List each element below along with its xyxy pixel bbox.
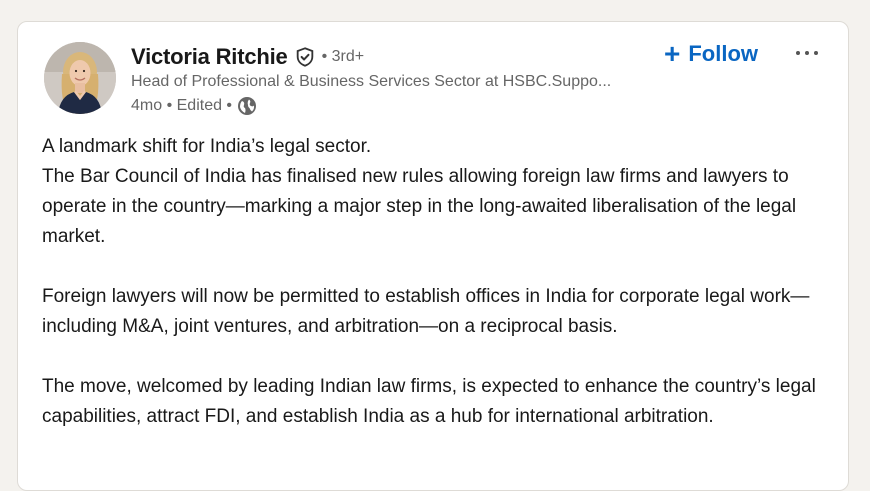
author-headline[interactable]: Head of Professional & Business Services… bbox=[131, 73, 661, 91]
verified-shield-icon bbox=[294, 46, 316, 68]
post-timestamp: 4mo • Edited • bbox=[131, 97, 233, 114]
follow-button[interactable]: + Follow bbox=[664, 37, 758, 71]
ellipsis-icon bbox=[796, 51, 818, 55]
post-paragraph: Foreign lawyers will now be permitted to… bbox=[42, 286, 810, 337]
more-options-button[interactable] bbox=[790, 40, 824, 66]
author-name-row: Victoria Ritchie • 3rd+ bbox=[131, 42, 364, 72]
avatar-photo bbox=[44, 42, 116, 114]
author-avatar[interactable] bbox=[44, 42, 116, 114]
post-card: Victoria Ritchie • 3rd+ Head of Professi… bbox=[17, 21, 849, 491]
plus-icon: + bbox=[664, 38, 681, 69]
post-body: A landmark shift for India’s legal secto… bbox=[42, 132, 832, 432]
post-paragraph: The Bar Council of India has finalised n… bbox=[42, 166, 797, 247]
author-name[interactable]: Victoria Ritchie bbox=[131, 44, 288, 70]
connection-degree: • 3rd+ bbox=[321, 48, 365, 65]
post-meta: 4mo • Edited • bbox=[131, 96, 257, 116]
post-paragraph: The move, welcomed by leading Indian law… bbox=[42, 376, 816, 427]
follow-label: Follow bbox=[688, 41, 759, 66]
globe-icon bbox=[237, 96, 257, 116]
post-paragraph: A landmark shift for India’s legal secto… bbox=[42, 136, 372, 157]
